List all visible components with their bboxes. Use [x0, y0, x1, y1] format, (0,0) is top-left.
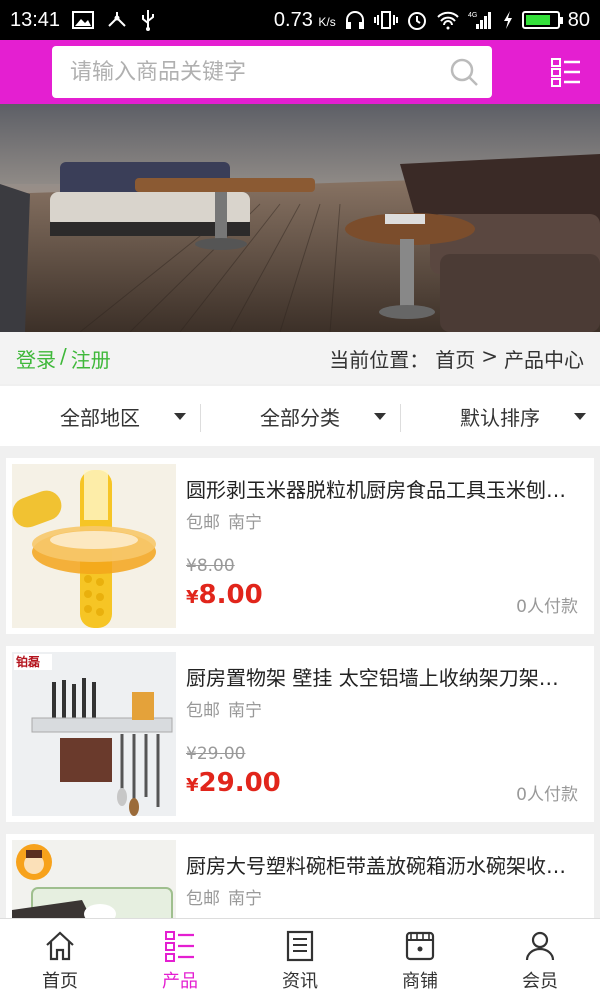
sale-price: ¥8.00: [186, 580, 263, 610]
product-meta: 包邮 南宁: [186, 696, 262, 721]
usb-icon: [140, 9, 156, 31]
paid-count: 0人付款: [516, 785, 578, 805]
shop-icon: [405, 931, 435, 961]
status-time: 13:41: [10, 8, 61, 31]
status-bar: 13:41 0.73 K/s 4G 80: [0, 0, 600, 40]
product-card[interactable]: 厨房大号塑料碗柜带盖放碗箱沥水碗架收纳盒 包邮 南宁: [6, 834, 594, 918]
login-link[interactable]: 登录: [16, 344, 56, 373]
product-meta: 包邮 南宁: [186, 508, 262, 533]
original-price: ¥8.00: [186, 556, 235, 576]
nav-shop[interactable]: 商铺: [360, 919, 480, 1000]
breadcrumb-home[interactable]: 首页: [435, 344, 475, 373]
link-separator: /: [60, 343, 67, 368]
filter-sort[interactable]: 默认排序: [400, 386, 600, 446]
filter-sort-label: 默认排序: [460, 405, 540, 430]
usb-tether-icon: [106, 10, 128, 30]
product-title[interactable]: 圆形剥玉米器脱粒机厨房食品工具玉米刨粒器: [186, 474, 576, 503]
banner-image[interactable]: [0, 104, 600, 332]
image-icon: [72, 11, 95, 29]
info-bar: 登录 / 注册 当前位置： 首页 > 产品中心: [0, 332, 600, 384]
product-image-kitchen-rack[interactable]: 铂磊: [12, 652, 176, 816]
product-card[interactable]: 铂磊 厨房置物架 壁挂 太空铝墙上收纳架刀架调料架 包邮 南宁 ¥29.00 ¥…: [6, 646, 594, 822]
city-tag: 南宁: [228, 513, 262, 533]
shipping-tag: 包邮: [186, 513, 220, 533]
search-box: [52, 46, 492, 98]
nav-news[interactable]: 资讯: [240, 919, 360, 1000]
headphones-icon: [344, 10, 366, 30]
news-icon: [286, 930, 314, 962]
alarm-icon: [406, 9, 428, 31]
nav-member-label: 会员: [522, 971, 558, 992]
filter-region[interactable]: 全部地区: [0, 386, 200, 446]
svg-text:4G: 4G: [468, 12, 477, 19]
city-tag: 南宁: [228, 889, 262, 909]
city-tag: 南宁: [228, 701, 262, 721]
nav-news-label: 资讯: [282, 971, 318, 992]
product-title[interactable]: 厨房大号塑料碗柜带盖放碗箱沥水碗架收纳盒: [186, 850, 576, 879]
breadcrumb-current: 产品中心: [504, 347, 584, 372]
product-card[interactable]: 圆形剥玉米器脱粒机厨房食品工具玉米刨粒器 包邮 南宁 ¥8.00 ¥8.00 0…: [6, 458, 594, 634]
battery-percent: 80: [567, 8, 590, 31]
wifi-icon: [436, 10, 460, 30]
header: [0, 40, 600, 104]
breadcrumb: 当前位置： 首页 > 产品中心: [329, 344, 584, 373]
location-label: 当前位置：: [329, 347, 430, 372]
member-icon: [525, 931, 555, 961]
filter-bar: 全部地区 全部分类 默认排序: [0, 386, 600, 446]
filter-category[interactable]: 全部分类: [200, 386, 400, 446]
battery-icon: [521, 11, 563, 29]
svg-text:铂磊: 铂磊: [16, 654, 40, 669]
breadcrumb-arrow: >: [481, 343, 498, 368]
nav-member[interactable]: 会员: [480, 919, 600, 1000]
search-input[interactable]: [52, 46, 432, 98]
register-link[interactable]: 注册: [71, 344, 111, 373]
caret-down-icon: [374, 413, 386, 420]
product-list-icon: [165, 931, 194, 962]
charging-icon: [502, 10, 514, 30]
product-list: 圆形剥玉米器脱粒机厨房食品工具玉米刨粒器 包邮 南宁 ¥8.00 ¥8.00 0…: [0, 452, 600, 918]
net-speed: 0.73 K/s: [273, 8, 336, 31]
caret-down-icon: [574, 413, 586, 420]
nav-home-label: 首页: [42, 971, 78, 992]
product-meta: 包邮 南宁: [186, 884, 262, 909]
signal-icon: 4G: [468, 10, 494, 30]
nav-products-label: 产品: [162, 971, 198, 992]
home-icon: [46, 931, 74, 961]
sale-price: ¥29.00: [186, 768, 281, 798]
paid-count: 0人付款: [516, 597, 578, 617]
product-title[interactable]: 厨房置物架 壁挂 太空铝墙上收纳架刀架调料架: [186, 662, 576, 691]
list-menu-icon[interactable]: [550, 56, 582, 88]
filter-region-label: 全部地区: [60, 405, 140, 430]
caret-down-icon: [174, 413, 186, 420]
search-icon[interactable]: [448, 56, 480, 88]
vibrate-icon: [373, 10, 398, 30]
product-image-dish-cabinet[interactable]: [12, 840, 176, 918]
login-register-links: 登录 / 注册: [16, 344, 111, 373]
bottom-nav: 首页 产品 资讯 商铺 会员: [0, 918, 600, 1000]
original-price: ¥29.00: [186, 744, 246, 764]
nav-home[interactable]: 首页: [0, 919, 120, 1000]
product-image-corn-stripper[interactable]: [12, 464, 176, 628]
filter-category-label: 全部分类: [260, 405, 340, 430]
nav-products[interactable]: 产品: [120, 919, 240, 1000]
nav-shop-label: 商铺: [402, 971, 438, 992]
shipping-tag: 包邮: [186, 889, 220, 909]
shipping-tag: 包邮: [186, 701, 220, 721]
